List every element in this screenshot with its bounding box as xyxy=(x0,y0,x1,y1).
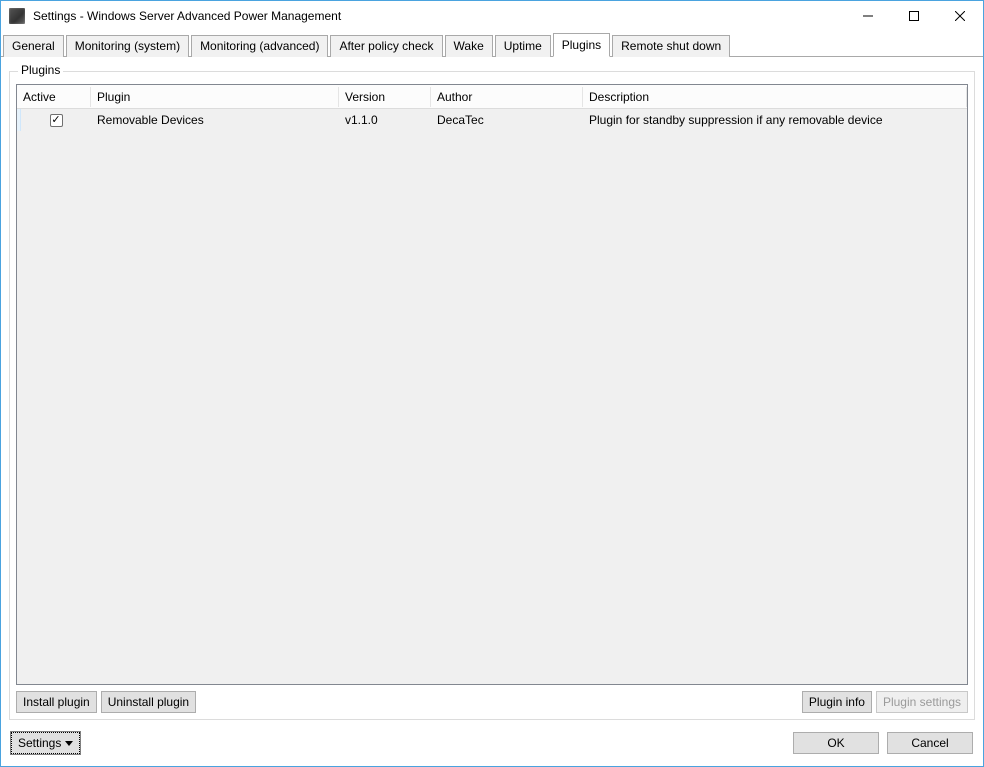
tab-monitoring-system[interactable]: Monitoring (system) xyxy=(66,35,189,57)
cancel-button[interactable]: Cancel xyxy=(887,732,973,754)
tab-panel: Plugins Active Plugin Version Author Des… xyxy=(1,57,983,726)
close-button[interactable] xyxy=(937,1,983,31)
col-plugin[interactable]: Plugin xyxy=(91,87,339,107)
plugins-grid: Active Plugin Version Author Description xyxy=(16,84,968,685)
tab-monitoring-advanced[interactable]: Monitoring (advanced) xyxy=(191,35,328,57)
window-buttons xyxy=(845,1,983,31)
tab-wake[interactable]: Wake xyxy=(445,35,493,57)
dialog-footer: Settings OK Cancel xyxy=(1,726,983,766)
maximize-button[interactable] xyxy=(891,1,937,31)
window-title: Settings - Windows Server Advanced Power… xyxy=(33,9,845,23)
cell-description: Plugin for standby suppression if any re… xyxy=(583,113,967,127)
tab-after-policy-check[interactable]: After policy check xyxy=(330,35,442,57)
plugin-info-button[interactable]: Plugin info xyxy=(802,691,872,713)
table-row[interactable]: Removable Devices v1.1.0 DecaTec Plugin … xyxy=(17,109,967,131)
cell-author: DecaTec xyxy=(431,113,583,127)
active-checkbox[interactable] xyxy=(50,114,63,127)
plugin-buttons: Install plugin Uninstall plugin Plugin i… xyxy=(16,691,968,713)
minimize-button[interactable] xyxy=(845,1,891,31)
cell-version: v1.1.0 xyxy=(339,113,431,127)
col-description[interactable]: Description xyxy=(583,87,967,107)
col-version[interactable]: Version xyxy=(339,87,431,107)
install-plugin-button[interactable]: Install plugin xyxy=(16,691,97,713)
client-area: General Monitoring (system) Monitoring (… xyxy=(1,31,983,766)
group-label: Plugins xyxy=(18,63,63,77)
titlebar: Settings - Windows Server Advanced Power… xyxy=(1,1,983,31)
caret-down-icon xyxy=(65,741,73,746)
settings-menu-label: Settings xyxy=(18,736,61,750)
tab-plugins[interactable]: Plugins xyxy=(553,33,610,57)
col-author[interactable]: Author xyxy=(431,87,583,107)
cell-plugin: Removable Devices xyxy=(91,113,339,127)
uninstall-plugin-button[interactable]: Uninstall plugin xyxy=(101,691,196,713)
app-icon xyxy=(9,8,25,24)
ok-button[interactable]: OK xyxy=(793,732,879,754)
grid-body: Removable Devices v1.1.0 DecaTec Plugin … xyxy=(17,109,967,684)
settings-menu-button[interactable]: Settings xyxy=(11,732,80,754)
settings-window: Settings - Windows Server Advanced Power… xyxy=(0,0,984,767)
plugins-group: Plugins Active Plugin Version Author Des… xyxy=(9,71,975,720)
tabstrip: General Monitoring (system) Monitoring (… xyxy=(1,31,983,57)
tab-general[interactable]: General xyxy=(3,35,64,57)
tab-uptime[interactable]: Uptime xyxy=(495,35,551,57)
col-active[interactable]: Active xyxy=(17,87,91,107)
plugin-settings-button: Plugin settings xyxy=(876,691,968,713)
tab-remote-shut-down[interactable]: Remote shut down xyxy=(612,35,730,57)
cell-active[interactable] xyxy=(21,114,91,127)
grid-header: Active Plugin Version Author Description xyxy=(17,85,967,109)
